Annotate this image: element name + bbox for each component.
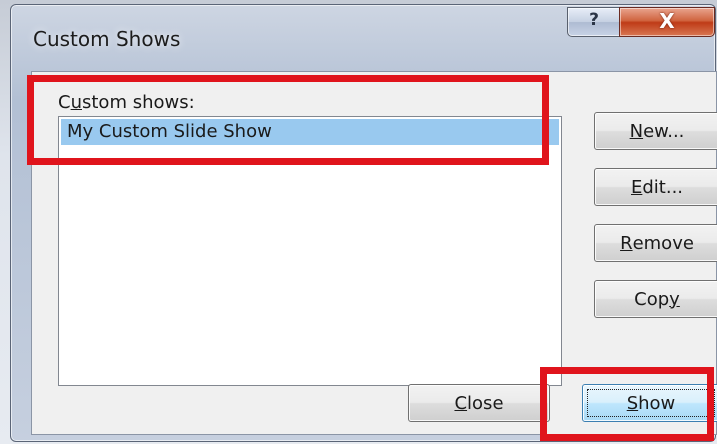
new-label: ew... <box>643 120 685 142</box>
question-mark-icon: ? <box>589 10 599 30</box>
copy-button[interactable]: Cop y <box>594 280 717 318</box>
new-button[interactable]: New... <box>594 112 717 150</box>
copy-accelerator: y <box>669 288 680 310</box>
highlight-box-custom-shows <box>27 75 549 165</box>
remove-button[interactable]: Remove <box>594 224 717 262</box>
window-close-button[interactable]: X <box>619 7 715 37</box>
edit-button[interactable]: Edit... <box>594 168 717 206</box>
new-accelerator: N <box>629 120 644 142</box>
edit-accelerator: E <box>630 176 643 198</box>
remove-label: emove <box>632 232 694 254</box>
remove-accelerator: R <box>620 232 633 254</box>
close-icon: X <box>659 9 675 33</box>
close-label: lose <box>467 392 504 414</box>
close-button[interactable]: Close <box>408 384 550 422</box>
copy-label: Cop <box>634 288 670 310</box>
highlight-box-show-button <box>540 367 714 441</box>
window-title: Custom Shows <box>33 27 181 51</box>
close-accelerator: C <box>454 392 468 414</box>
help-button[interactable]: ? <box>567 7 621 37</box>
edit-label: dit... <box>642 176 684 198</box>
